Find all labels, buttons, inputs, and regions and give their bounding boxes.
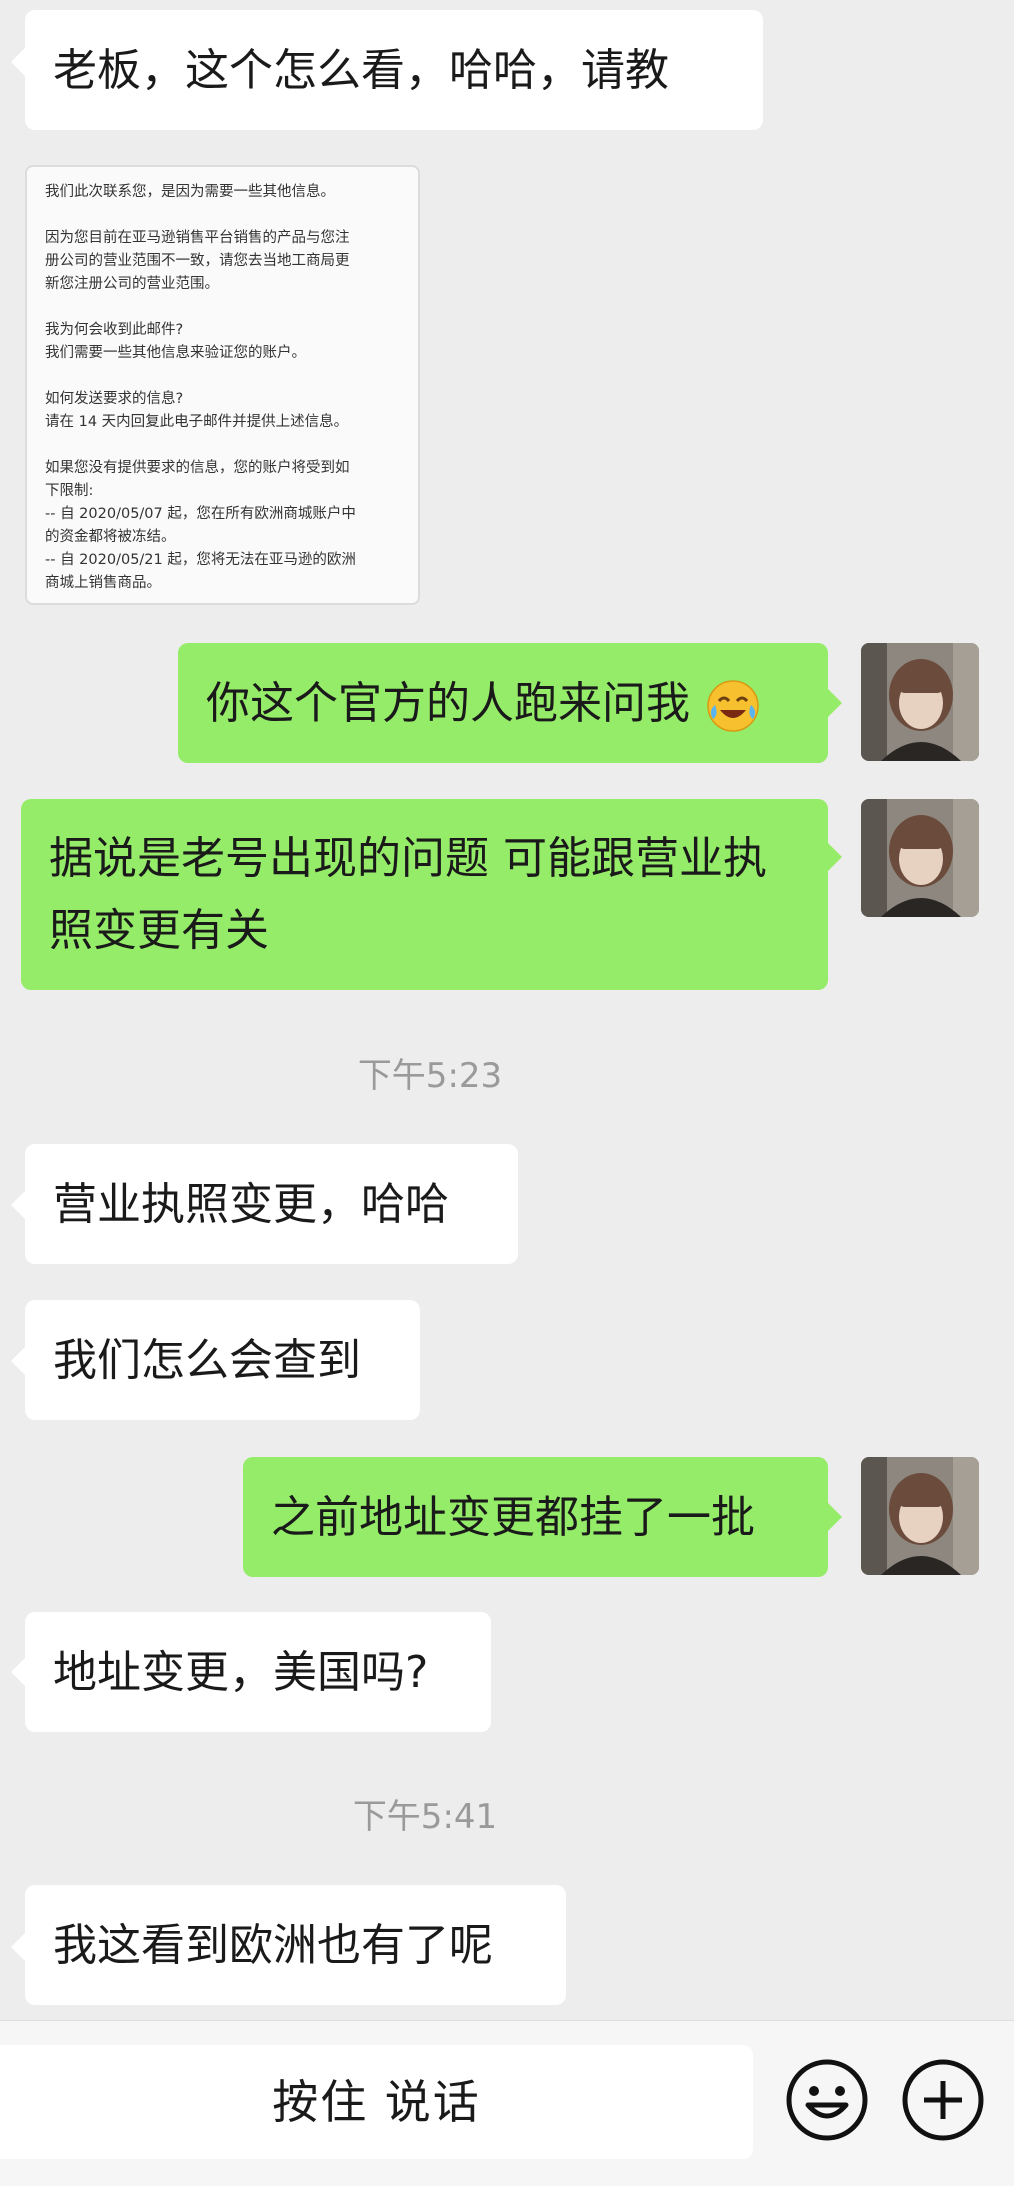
hold-to-talk-button[interactable]: 按住 说话 <box>0 2045 753 2159</box>
email-paragraph: 因为您目前在亚马逊销售平台销售的产品与您注 册公司的营业范围不一致，请您去当地工… <box>45 230 350 292</box>
message-outgoing[interactable]: 据说是老号出现的问题 可能跟营业执照变更有关 <box>21 799 828 990</box>
email-paragraph: 我为何会收到此邮件? 我们需要一些其他信息来验证您的账户。 <box>45 322 306 361</box>
message-text: 之前地址变更都挂了一批 <box>271 1492 755 1543</box>
message-incoming[interactable]: 我们怎么会查到 <box>25 1300 420 1420</box>
message-text: 我这看到欧洲也有了呢 <box>53 1920 493 1971</box>
bubble-tail <box>828 843 842 871</box>
message-incoming[interactable]: 营业执照变更，哈哈 <box>25 1144 518 1264</box>
plus-circle-icon[interactable] <box>900 2057 986 2143</box>
avatar[interactable] <box>861 1457 979 1575</box>
message-outgoing[interactable]: 你这个官方的人跑来问我 <box>178 643 828 763</box>
email-paragraph: 我们此次联系您，是因为需要一些其他信息。 <box>45 184 335 200</box>
email-paragraph: 如果您没有提供要求的信息，您的账户将受到如 下限制: -- 自 2020/05/… <box>45 460 356 591</box>
email-screenshot-image[interactable]: 我们此次联系您，是因为需要一些其他信息。 因为您目前在亚马逊销售平台销售的产品与… <box>25 165 420 605</box>
message-text: 地址变更，美国吗? <box>53 1647 429 1698</box>
message-text: 老板，这个怎么看，哈哈，请教 <box>53 45 669 96</box>
bubble-tail <box>828 1503 842 1531</box>
bubble-tail <box>11 1191 25 1219</box>
message-incoming[interactable]: 地址变更，美国吗? <box>25 1612 491 1732</box>
bubble-tail <box>11 1347 25 1375</box>
message-text: 据说是老号出现的问题 可能跟营业执照变更有关 <box>49 833 767 956</box>
email-paragraph: 如何发送要求的信息? 请在 14 天内回复此电子邮件并提供上述信息。 <box>45 391 349 430</box>
message-outgoing[interactable]: 之前地址变更都挂了一批 <box>243 1457 828 1577</box>
bubble-tail <box>11 1658 25 1686</box>
avatar[interactable] <box>861 643 979 761</box>
avatar[interactable] <box>861 799 979 917</box>
smiley-face-icon[interactable] <box>784 2057 870 2143</box>
message-text: 营业执照变更，哈哈 <box>53 1179 449 1230</box>
face-with-tears-of-joy-icon <box>706 679 760 733</box>
message-incoming[interactable]: 我这看到欧洲也有了呢 <box>25 1885 566 2005</box>
timestamp: 下午5:23 <box>357 1056 503 1096</box>
bubble-tail <box>11 1933 25 1961</box>
bubble-tail <box>11 48 25 76</box>
input-bar: 按住 说话 <box>0 2020 1014 2186</box>
message-incoming[interactable]: 老板，这个怎么看，哈哈，请教 <box>25 10 763 130</box>
timestamp: 下午5:41 <box>352 1797 498 1837</box>
message-text: 你这个官方的人跑来问我 <box>206 678 690 729</box>
bubble-tail <box>828 689 842 717</box>
message-text: 我们怎么会查到 <box>53 1335 361 1386</box>
